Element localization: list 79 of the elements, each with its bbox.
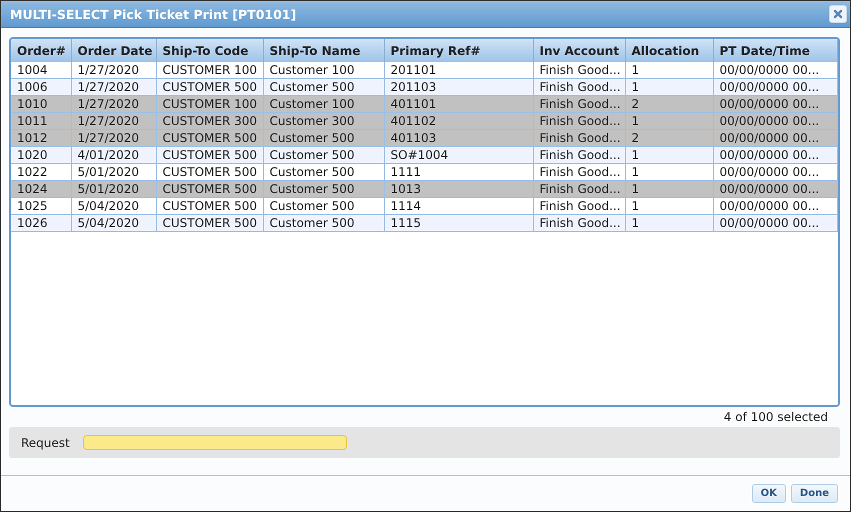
column-header[interactable]: Primary Ref#: [384, 39, 533, 62]
table-cell: 00/00/0000 00...: [713, 78, 837, 96]
table-cell: 201103: [384, 78, 533, 96]
column-header[interactable]: PT Date/Time: [713, 39, 837, 62]
dialog-button[interactable]: Done: [790, 484, 838, 503]
table-cell: 1013: [384, 180, 533, 198]
column-header[interactable]: Order Date: [71, 39, 156, 62]
table-cell: 401101: [384, 96, 533, 112]
column-header[interactable]: Inv Account: [533, 39, 625, 62]
table-cell: 1011: [11, 112, 71, 130]
table-cell: 1: [625, 214, 713, 232]
column-header[interactable]: Ship-To Name: [263, 39, 384, 62]
table-cell: 1: [625, 180, 713, 198]
table-cell: CUSTOMER 500: [156, 78, 263, 96]
table-cell: 1/27/2020: [71, 78, 156, 96]
table-cell: 00/00/0000 00...: [713, 180, 837, 198]
selection-count: 4 of 100 selected: [724, 410, 828, 424]
table-cell: 1/27/2020: [71, 112, 156, 130]
table-row[interactable]: 1020 4/01/2020 CUSTOMER 500 Customer 500 SO#1004 Finish Good... 1 00/00/0000 00...: [11, 146, 837, 164]
table-cell: 1115: [384, 214, 533, 232]
table-row[interactable]: 1006 1/27/2020 CUSTOMER 500 Customer 500 201103 Finish Good... 1 00/00/0000 00...: [11, 78, 837, 96]
table-cell: 00/00/0000 00...: [713, 96, 837, 112]
table-cell: 1010: [11, 96, 71, 112]
table-cell: Customer 500: [263, 130, 384, 146]
table-cell: 1: [625, 112, 713, 130]
column-header[interactable]: Allocation: [625, 39, 713, 62]
table-cell: Customer 500: [263, 146, 384, 164]
table-row[interactable]: 1012 1/27/2020 CUSTOMER 500 Customer 500 401103 Finish Good... 2 00/00/0000 00...: [11, 130, 837, 146]
column-header[interactable]: Ship-To Code: [156, 39, 263, 62]
table-cell: CUSTOMER 100: [156, 96, 263, 112]
table-cell: CUSTOMER 500: [156, 180, 263, 198]
table-cell: CUSTOMER 500: [156, 130, 263, 146]
dialog-button[interactable]: OK: [752, 484, 786, 503]
table-row[interactable]: 1026 5/04/2020 CUSTOMER 500 Customer 500 1115 Finish Good... 1 00/00/0000 00...: [11, 214, 837, 232]
column-header[interactable]: Order#: [11, 39, 71, 62]
table-cell: 1: [625, 146, 713, 164]
table-cell: 00/00/0000 00...: [713, 112, 837, 130]
table-cell: 00/00/0000 00...: [713, 146, 837, 164]
table-cell: Customer 500: [263, 214, 384, 232]
table-cell: 1024: [11, 180, 71, 198]
table-cell: 401102: [384, 112, 533, 130]
table-cell: Finish Good...: [533, 78, 625, 96]
table-cell: Finish Good...: [533, 214, 625, 232]
table-cell: Finish Good...: [533, 180, 625, 198]
table-cell: CUSTOMER 500: [156, 214, 263, 232]
table-cell: CUSTOMER 500: [156, 146, 263, 164]
table-cell: 00/00/0000 00...: [713, 214, 837, 232]
table-cell: 1: [625, 78, 713, 96]
table-cell: Customer 500: [263, 78, 384, 96]
table-cell: Customer 100: [263, 96, 384, 112]
table-cell: 1/27/2020: [71, 96, 156, 112]
table-cell: Finish Good...: [533, 112, 625, 130]
table-cell: Customer 500: [263, 180, 384, 198]
table-cell: 5/04/2020: [71, 214, 156, 232]
window-title: MULTI-SELECT Pick Ticket Print [PT0101]: [10, 6, 296, 22]
table-cell: 1012: [11, 130, 71, 146]
close-button[interactable]: [829, 5, 847, 23]
table-cell: 1/27/2020: [71, 130, 156, 146]
table-cell: 00/00/0000 00...: [713, 130, 837, 146]
table-cell: Customer 300: [263, 112, 384, 130]
table-row[interactable]: 1010 1/27/2020 CUSTOMER 100 Customer 100 401101 Finish Good... 2 00/00/0000 00...: [11, 96, 837, 112]
table-cell: 2: [625, 96, 713, 112]
table-cell: 2: [625, 130, 713, 146]
table-row[interactable]: 1011 1/27/2020 CUSTOMER 300 Customer 300 401102 Finish Good... 1 00/00/0000 00...: [11, 112, 837, 130]
table-cell: Finish Good...: [533, 130, 625, 146]
request-field[interactable]: [82, 435, 347, 450]
table-row[interactable]: 1024 5/01/2020 CUSTOMER 500 Customer 500 1013 Finish Good... 1 00/00/0000 00...: [11, 180, 837, 198]
table-cell: 1020: [11, 146, 71, 164]
table-cell: 4/01/2020: [71, 146, 156, 164]
table-cell: SO#1004: [384, 146, 533, 164]
table-cell: CUSTOMER 300: [156, 112, 263, 130]
table-cell: 1026: [11, 214, 71, 232]
table-cell: 401103: [384, 130, 533, 146]
table-cell: Finish Good...: [533, 146, 625, 164]
table-cell: 5/01/2020: [71, 180, 156, 198]
table-cell: 1006: [11, 78, 71, 96]
table-cell: Finish Good...: [533, 96, 625, 112]
close-icon: [833, 9, 843, 19]
request-label: Request: [21, 436, 70, 450]
